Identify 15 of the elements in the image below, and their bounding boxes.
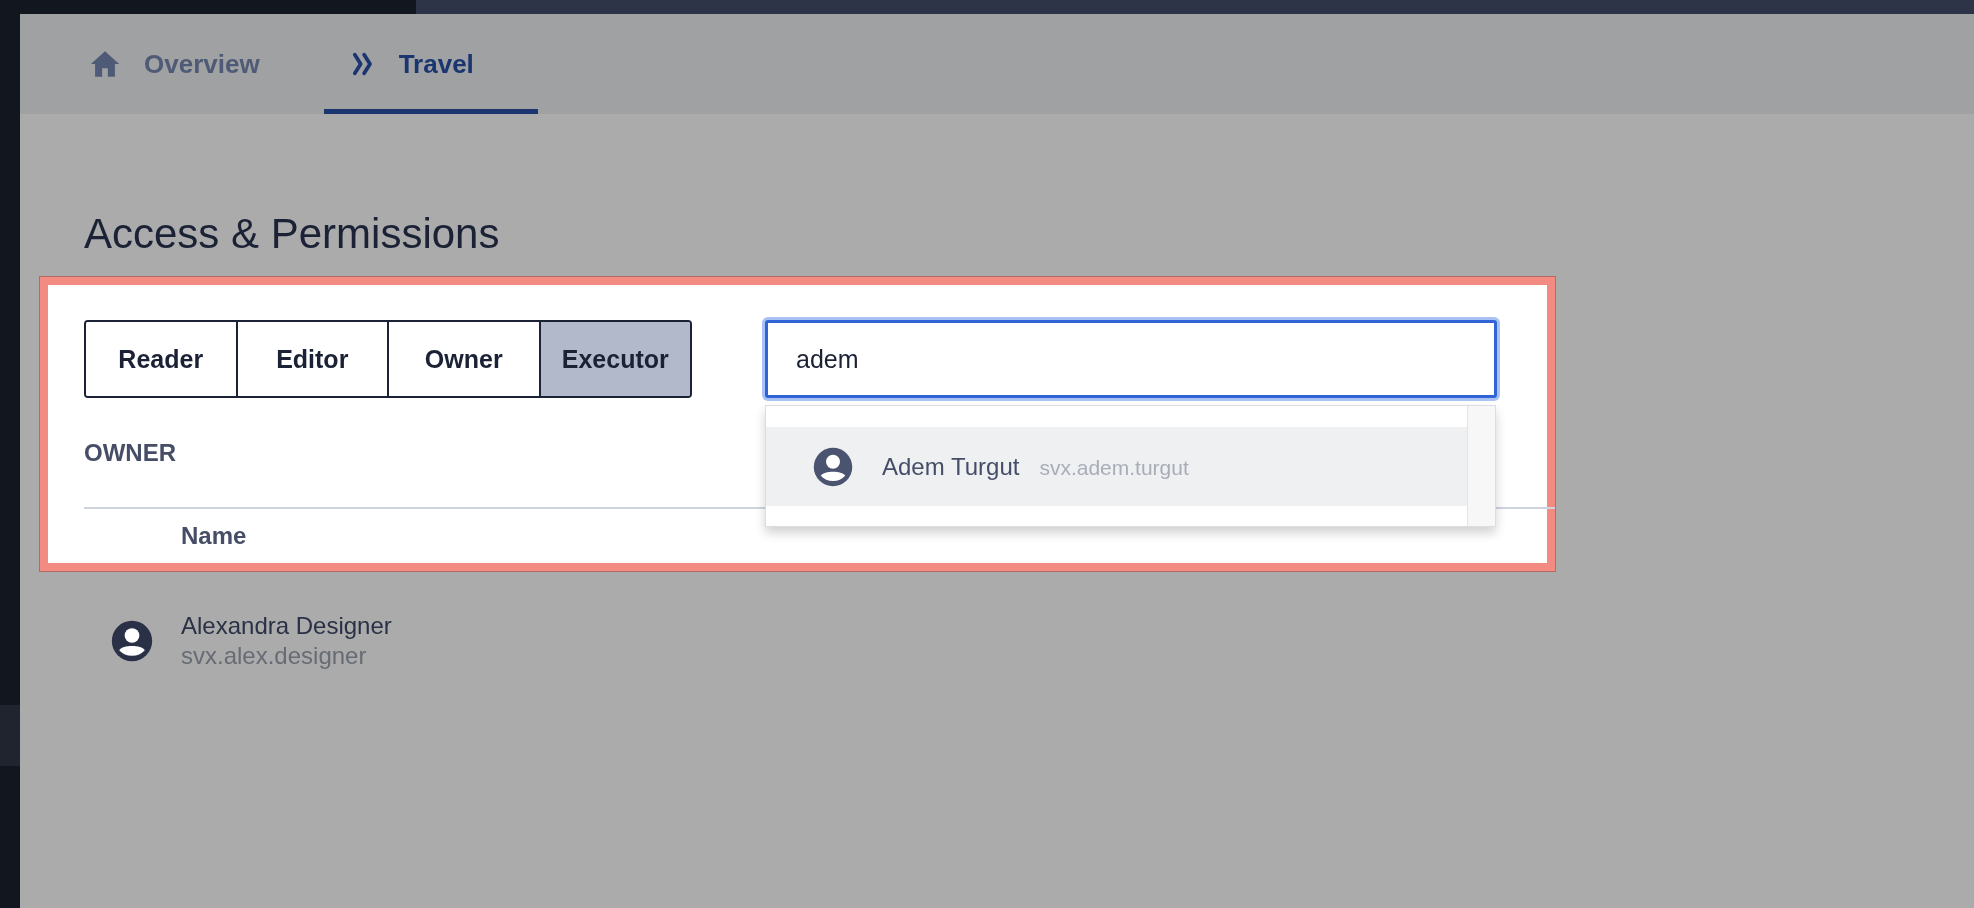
section-heading: OWNER — [84, 438, 176, 469]
user-name: Alexandra Designer — [181, 611, 392, 642]
user-name: Adem Turgut — [882, 451, 1020, 482]
username: svx.adem.turgut — [1039, 454, 1189, 481]
sidebar-item[interactable] — [0, 705, 20, 766]
scrollbar[interactable] — [1467, 406, 1495, 527]
username: svx.alex.designer — [181, 641, 368, 672]
role-option[interactable]: Executor — [538, 322, 690, 397]
nav-tab[interactable]: Travel — [323, 14, 538, 114]
user-avatar-icon — [812, 445, 854, 488]
search-field[interactable]: adem — [765, 320, 1497, 399]
user-avatar-icon — [110, 619, 154, 664]
suggestion-item[interactable]: Adem Turgut svx.adem.turgut — [766, 427, 1467, 507]
column-header: Name — [181, 521, 247, 552]
page-title: Access & Permissions — [83, 209, 501, 259]
